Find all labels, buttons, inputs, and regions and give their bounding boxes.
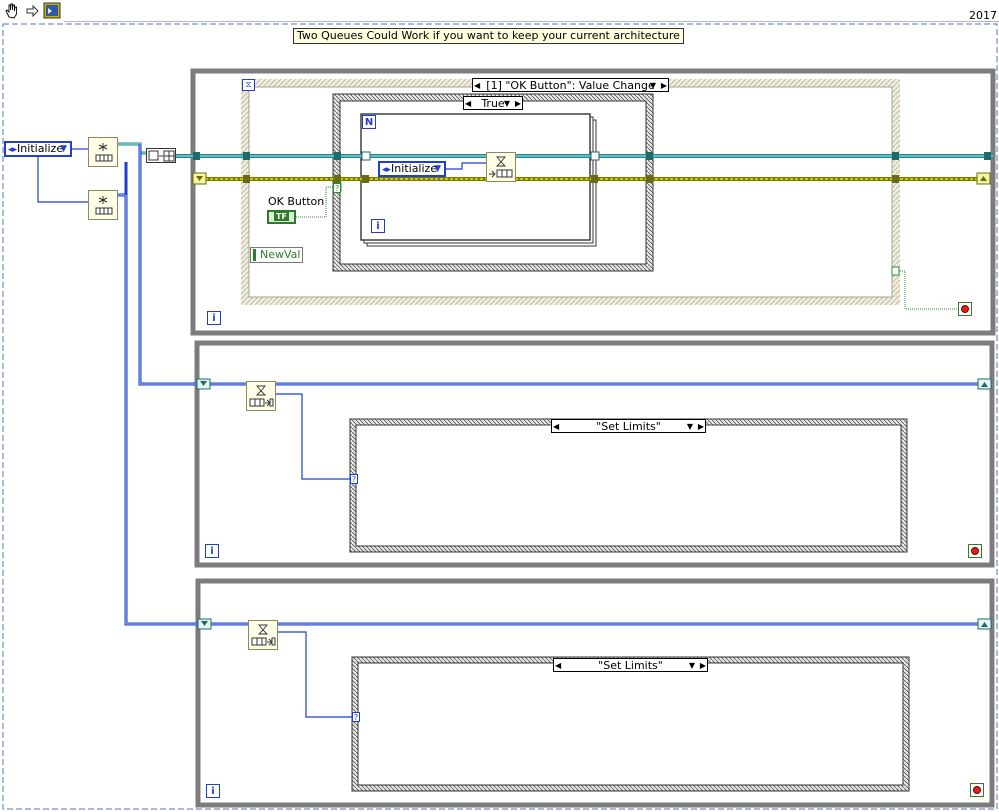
while-loop-3-iteration-terminal: i	[206, 784, 220, 798]
init-enum-constant[interactable]: ◂▸Initialize ▼	[4, 141, 72, 157]
decrement-arrow-icon[interactable]: ◀	[465, 97, 471, 110]
while-loop-3-stop-terminal[interactable]	[970, 783, 984, 797]
obtain-queue-node-1[interactable]	[88, 137, 118, 167]
ok-button-label: OK Button	[268, 195, 325, 208]
decrement-arrow-icon[interactable]: ◀	[553, 420, 559, 433]
obtain-queue-node-2[interactable]	[88, 190, 118, 220]
while-loop-1-iteration-terminal: i	[207, 311, 221, 325]
event-data-icon	[253, 249, 256, 261]
case-selector-bottom[interactable]: ◀ "Set Limits" ▼ ▶	[553, 658, 708, 672]
obtain-queue-icon	[95, 196, 113, 215]
case-selector-mid[interactable]: ◀ "Set Limits" ▼ ▶	[551, 419, 706, 433]
dropdown-arrow-icon[interactable]: ▼	[650, 79, 656, 92]
dequeue-icon	[249, 385, 274, 407]
dropdown-arrow-icon[interactable]: ▼	[687, 420, 693, 433]
dequeue-element-node-1[interactable]	[246, 381, 276, 411]
dropdown-arrow-icon[interactable]: ▼	[504, 97, 510, 110]
newval-event-node[interactable]: NewVal	[250, 247, 303, 263]
event-timeout-icon: ⧖	[242, 79, 255, 91]
decrement-arrow-icon[interactable]: ◀	[555, 659, 561, 672]
event-selector[interactable]: ◀ [1] "OK Button": Value Change ▼ ▶	[472, 78, 669, 92]
case-selector-terminal-bottom: ?	[352, 712, 360, 722]
while-loop-1-stop-terminal[interactable]	[958, 302, 972, 316]
dropdown-arrow-icon: ▼	[434, 164, 441, 174]
for-loop-count-terminal[interactable]: N	[362, 115, 376, 129]
dequeue-element-node-2[interactable]	[248, 620, 278, 650]
comment-label[interactable]: Two Queues Could Work if you want to kee…	[293, 28, 684, 44]
wire-enum-to-queue2	[37, 156, 88, 203]
case-selector-top[interactable]: ◀ True ▼ ▶	[463, 96, 523, 110]
enqueue-element-node[interactable]	[486, 152, 516, 182]
while-loop-2-stop-terminal[interactable]	[968, 544, 982, 558]
case-selector-terminal-mid: ?	[350, 474, 358, 484]
decrement-arrow-icon[interactable]: ◀	[474, 79, 480, 92]
increment-arrow-icon[interactable]: ▶	[515, 97, 521, 110]
enum-arrows-icon: ◂▸	[8, 145, 18, 155]
obtain-queue-icon	[95, 143, 113, 162]
ok-button-terminal[interactable]: TF	[267, 210, 296, 224]
dropdown-arrow-icon: ▼	[60, 144, 67, 154]
while-loop-2-iteration-terminal: i	[205, 544, 219, 558]
for-loop-iteration-terminal: i	[371, 219, 385, 233]
increment-arrow-icon[interactable]: ▶	[661, 79, 667, 92]
dequeue-icon	[251, 624, 276, 646]
enqueue-icon	[489, 156, 513, 178]
dropdown-arrow-icon[interactable]: ▼	[689, 659, 695, 672]
increment-arrow-icon[interactable]: ▶	[700, 659, 706, 672]
enum-arrows-icon: ◂▸	[382, 165, 392, 175]
bundle-node[interactable]	[146, 148, 176, 163]
case-selector-terminal-top: ?	[333, 183, 341, 193]
block-diagram-canvas	[2, 23, 998, 810]
increment-arrow-icon[interactable]: ▶	[698, 420, 704, 433]
inner-enum-constant[interactable]: ◂▸Initialize ▼	[378, 161, 446, 177]
bundle-icon	[148, 150, 175, 162]
